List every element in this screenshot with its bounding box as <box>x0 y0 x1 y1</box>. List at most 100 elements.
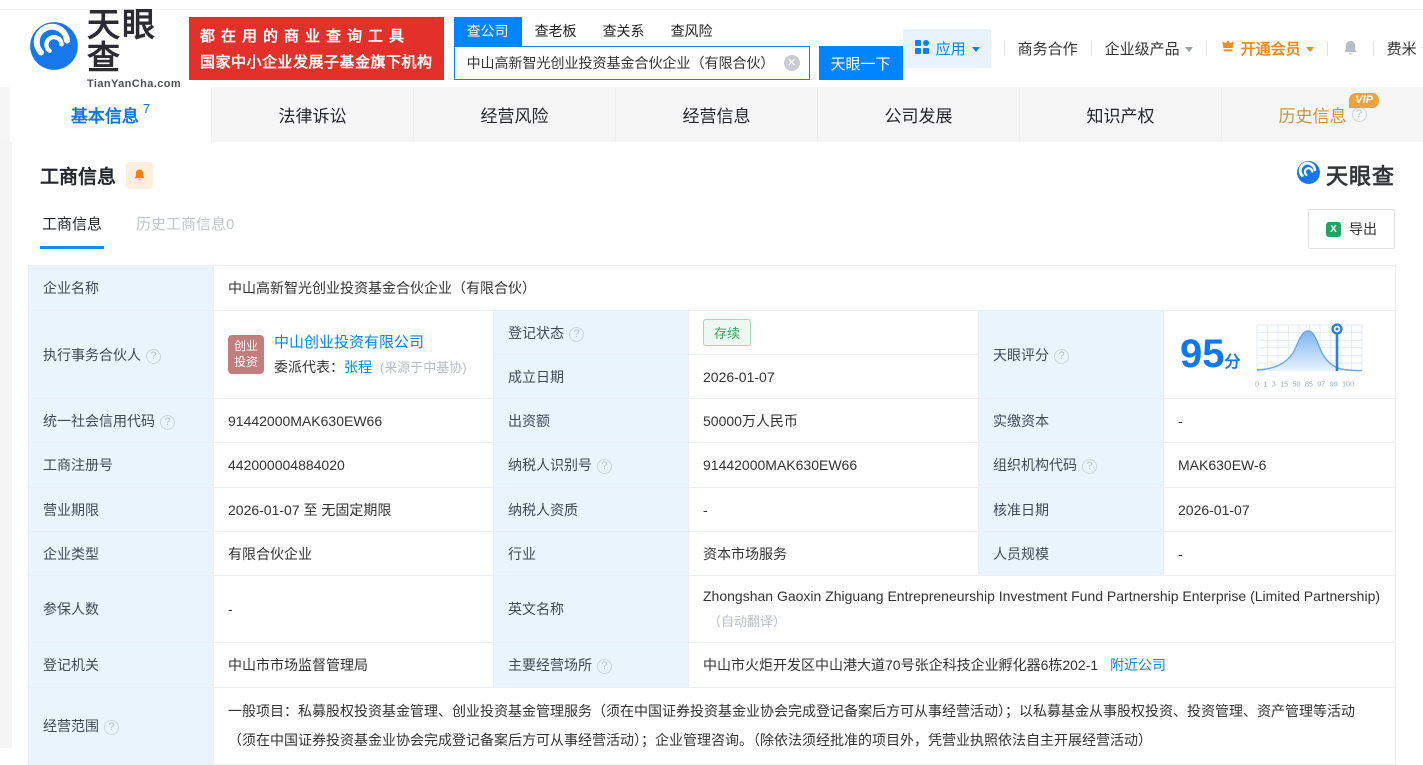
export-button[interactable]: X 导出 <box>1308 209 1395 249</box>
taxpayer-quality-label: 纳税人资质 <box>493 487 689 532</box>
crown-icon <box>1220 39 1236 58</box>
search-button[interactable]: 天眼一下 <box>818 46 903 80</box>
subtab-business-info[interactable]: 工商信息 <box>40 213 105 249</box>
section-title: 工商信息 <box>40 166 117 188</box>
search-block: 查公司 查老板 查关系 查风险 ✕ 天眼一下 <box>453 17 903 80</box>
open-member-menu[interactable]: 开通会员 <box>1220 38 1314 59</box>
bell-icon <box>134 169 145 180</box>
staff-size-value: - <box>1162 531 1397 576</box>
enterprise-product-label: 企业级产品 <box>1104 41 1180 58</box>
business-coop-link[interactable]: 商务合作 <box>1018 38 1078 59</box>
partner-company-link[interactable]: 中山创业投资有限公司 <box>274 334 424 351</box>
subtab-history-business-info[interactable]: 历史工商信息0 <box>134 213 236 249</box>
search-tabs: 查公司 查老板 查关系 查风险 <box>453 17 903 46</box>
main-content: 工商信息 天眼查 工商信息 历史工商信息0 X 导出 企业名称 中山高新智光创业… <box>0 142 1423 765</box>
tianyancha-logo[interactable]: 天眼查 TianYanCha.com <box>28 8 181 90</box>
help-icon[interactable]: ? <box>597 659 612 674</box>
tab-operation-risk[interactable]: 经营风险 <box>413 87 615 142</box>
help-icon[interactable]: ? <box>1054 348 1069 364</box>
tianyancha-eye-icon <box>1296 160 1321 190</box>
search-tab-boss[interactable]: 查老板 <box>522 17 590 46</box>
search-tab-company[interactable]: 查公司 <box>453 17 522 46</box>
company-nav-bar: 基本信息 7 法律诉讼 经营风险 经营信息 公司发展 知识产权 VIP 历史信息… <box>0 87 1423 142</box>
help-icon[interactable]: ? <box>569 326 584 342</box>
tab-history-info[interactable]: VIP 历史信息 ? <box>1221 87 1423 142</box>
tab-operation-info[interactable]: 经营信息 <box>615 87 817 142</box>
table-row: 执行事务合伙人? 创业 投资 中山创业投资有限公司 委派代表：张程 (来源于中基… <box>28 310 1397 399</box>
staff-size-label: 人员规模 <box>978 531 1164 576</box>
rep-name-link[interactable]: 张程 <box>344 359 372 375</box>
help-icon[interactable]: ? <box>104 720 119 735</box>
vip-badge: VIP <box>1349 93 1379 108</box>
help-icon[interactable]: ? <box>160 414 175 430</box>
divider <box>1326 41 1328 56</box>
tyc-score-value: 95分 0 1 3 15 50 85 97 99 100 <box>1162 310 1397 399</box>
apps-grid-icon <box>914 39 930 59</box>
tab-intellectual-property[interactable]: 知识产权 <box>1019 87 1221 142</box>
business-scope-value: 一般项目：私募股权投资基金管理、创业投资基金管理服务（须在中国证券投资基金业协会… <box>212 687 1397 765</box>
reg-number-value: 442000004884020 <box>213 442 494 488</box>
reg-number-label: 工商注册号 <box>28 442 214 488</box>
score-distribution-chart: 0 1 3 15 50 85 97 99 100 <box>1255 321 1369 389</box>
site-header: 天眼查 TianYanCha.com 都在用的商业查询工具 国家中小企业发展子基… <box>0 8 1423 90</box>
subscribe-bell-button[interactable] <box>126 161 154 189</box>
tab-history-info-label: 历史信息 <box>1278 107 1347 126</box>
tab-company-development[interactable]: 公司发展 <box>817 87 1019 142</box>
score-number: 95 <box>1180 332 1225 376</box>
table-row: 企业名称 中山高新智光创业投资基金合伙企业（有限合伙） <box>28 265 1397 311</box>
clear-search-icon[interactable]: ✕ <box>783 55 800 71</box>
company-name-label: 企业名称 <box>28 265 214 311</box>
left-gutter <box>0 142 12 748</box>
username: 费米 <box>1386 41 1417 58</box>
user-menu[interactable]: 费米 <box>1387 38 1423 59</box>
approval-date-label: 核准日期 <box>978 487 1164 532</box>
chevron-down-icon <box>1184 46 1193 56</box>
header-menu: 应用 商务合作 企业级产品 开通会员 费米 <box>902 29 1423 68</box>
divider <box>1205 41 1207 56</box>
business-scope-label: 经营范围? <box>28 687 214 765</box>
business-term-value: 2026-01-07 至 无固定期限 <box>213 487 494 532</box>
industry-value: 资本市场服务 <box>688 531 979 576</box>
help-icon[interactable]: ? <box>1082 459 1097 474</box>
tab-legal-proceedings[interactable]: 法律诉讼 <box>211 87 413 142</box>
score-unit: 分 <box>1224 354 1241 371</box>
reg-status-value: 存续 <box>688 310 979 355</box>
search-input[interactable] <box>453 46 810 80</box>
help-icon[interactable]: ? <box>1351 107 1367 122</box>
search-tab-risk[interactable]: 查风险 <box>658 17 726 46</box>
partner-type-badge: 创业 投资 <box>228 334 265 375</box>
table-row: 统一社会信用代码? 91442000MAK630EW66 出资额 50000万人… <box>28 398 1397 443</box>
slogan-banner: 都在用的商业查询工具 国家中小企业发展子基金旗下机构 <box>189 17 444 80</box>
excel-icon: X <box>1326 221 1341 237</box>
business-info-table: 企业名称 中山高新智光创业投资基金合伙企业（有限合伙） 执行事务合伙人? 创业 … <box>28 265 1397 765</box>
rep-source: (来源于中基协) <box>379 359 467 375</box>
apps-menu-label: 应用 <box>935 41 966 58</box>
business-address-value: 中山市火炬开发区中山港大道70号张企科技企业孵化器6栋202-1 附近公司 <box>687 642 1397 688</box>
english-name-value: Zhongshan Gaoxin Zhiguang Entrepreneursh… <box>687 575 1397 643</box>
nearby-companies-link[interactable]: 附近公司 <box>1110 657 1166 673</box>
notification-bell-icon[interactable] <box>1341 39 1360 58</box>
slogan-line1: 都在用的商业查询工具 <box>200 28 411 45</box>
credit-code-label: 统一社会信用代码? <box>28 398 214 443</box>
divider <box>1090 41 1092 56</box>
table-row: 工商注册号 442000004884020 纳税人识别号? 91442000MA… <box>28 442 1397 488</box>
table-row: 经营范围? 一般项目：私募股权投资基金管理、创业投资基金管理服务（须在中国证券投… <box>28 687 1397 765</box>
tab-basic-info[interactable]: 基本信息 7 <box>10 87 211 142</box>
tyc-score-label: 天眼评分? <box>978 310 1164 399</box>
table-row: 登记机关 中山市市场监督管理局 主要经营场所? 中山市火炬开发区中山港大道70号… <box>28 642 1397 688</box>
apps-menu[interactable]: 应用 <box>902 29 991 68</box>
enterprise-product-menu[interactable]: 企业级产品 <box>1105 38 1193 59</box>
help-icon[interactable]: ? <box>146 348 161 364</box>
table-row: 参保人数 - 英文名称 Zhongshan Gaoxin Zhiguang En… <box>28 575 1397 643</box>
reg-status-label: 登记状态? <box>493 310 689 355</box>
help-icon[interactable]: ? <box>597 459 612 474</box>
executive-partner-value: 创业 投资 中山创业投资有限公司 委派代表：张程 (来源于中基协) <box>213 310 494 399</box>
top-divider <box>0 0 1423 10</box>
tianyancha-watermark: 天眼查 <box>1296 159 1395 191</box>
chevron-down-icon <box>971 46 980 56</box>
auto-translate-note: （自动翻译） <box>708 614 787 629</box>
watermark-text: 天眼查 <box>1325 164 1395 189</box>
taxpayer-id-value: 91442000MAK630EW66 <box>688 442 979 488</box>
search-tab-relation[interactable]: 查关系 <box>590 17 658 46</box>
reg-authority-label: 登记机关 <box>28 642 214 688</box>
